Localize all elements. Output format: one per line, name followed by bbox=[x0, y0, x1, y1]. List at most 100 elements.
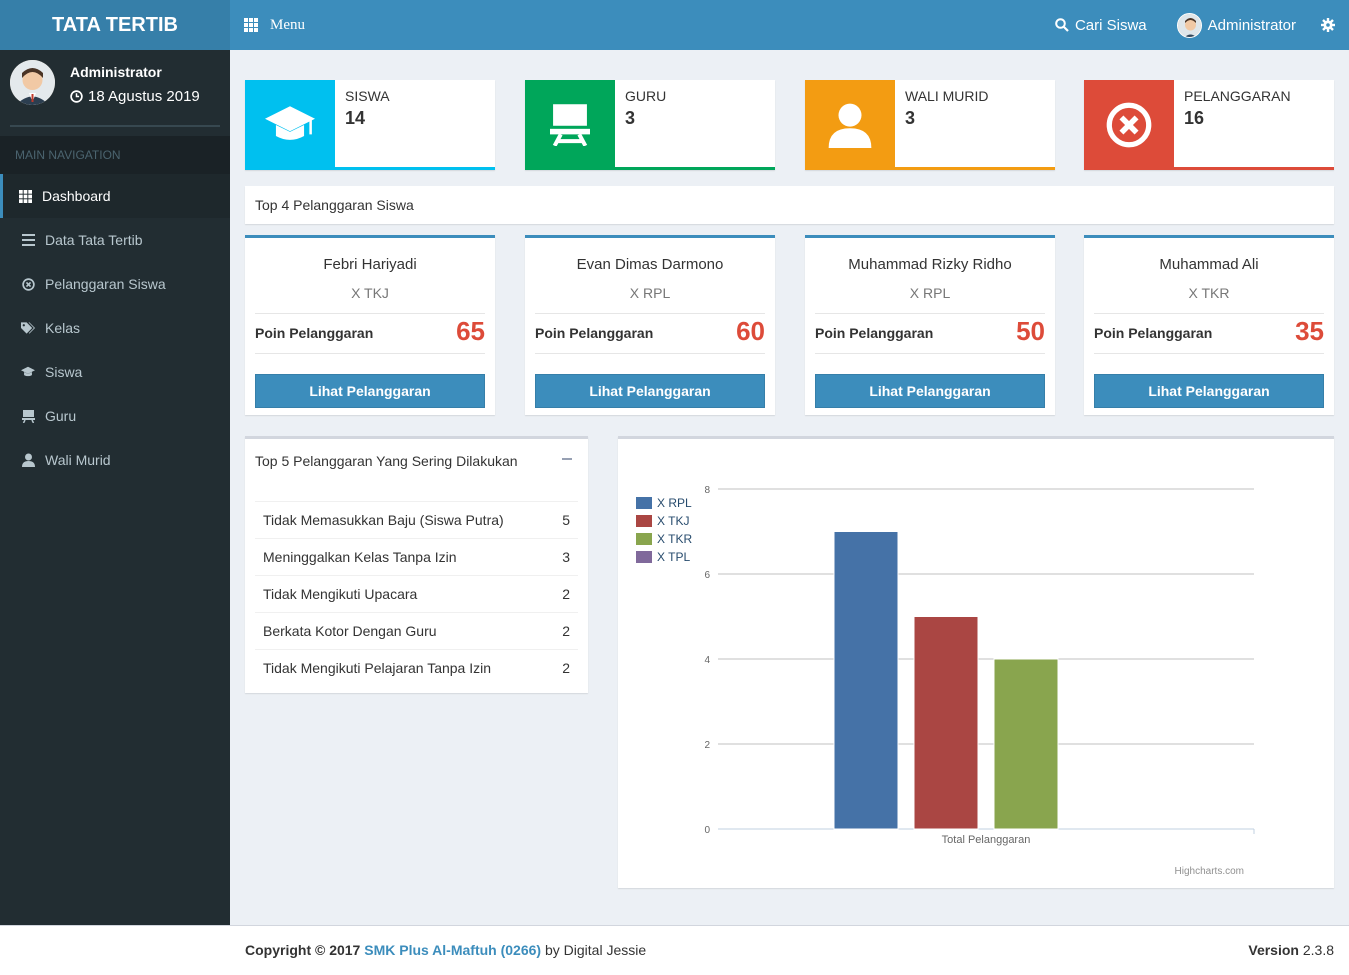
violation-count: 5 bbox=[562, 512, 570, 528]
info-icon-bg bbox=[1084, 80, 1174, 170]
settings-button[interactable] bbox=[1311, 0, 1349, 50]
search-icon bbox=[1055, 18, 1069, 32]
top5-title: Top 5 Pelanggaran Yang Sering Dilakukan bbox=[255, 453, 518, 469]
info-icon-bg bbox=[245, 80, 335, 170]
list-item: Tidak Mengikuti Pelajaran Tanpa Izin 2 bbox=[255, 649, 578, 686]
user-panel: Administrator 18 Agustus 2019 bbox=[10, 50, 220, 127]
student-name: Muhammad Ali bbox=[1159, 256, 1259, 273]
avatar bbox=[1176, 12, 1202, 38]
clock-icon bbox=[70, 90, 83, 103]
student-name: Febri Hariyadi bbox=[323, 256, 417, 273]
violation-count: 2 bbox=[562, 660, 570, 676]
student-class: X TKJ bbox=[351, 285, 389, 301]
divider bbox=[1094, 313, 1324, 314]
student-name: Evan Dimas Darmono bbox=[576, 256, 724, 273]
footer-version: Version 2.3.8 bbox=[1248, 942, 1334, 958]
times-circle-icon bbox=[21, 277, 35, 291]
points-value: 60 bbox=[736, 316, 765, 346]
info-bar bbox=[615, 167, 775, 170]
sidebar-date-text: 18 Agustus 2019 bbox=[88, 88, 200, 105]
user-menu[interactable]: Administrator bbox=[1162, 0, 1311, 50]
menu-label: Menu bbox=[270, 16, 305, 33]
y-tick-label: 2 bbox=[704, 740, 710, 751]
sidebar-item-data-tata-tertib[interactable]: Data Tata Tertib bbox=[0, 218, 230, 262]
info-box-pelanggaran: PELANGGARAN 16 bbox=[1084, 80, 1334, 170]
sidebar-item-wali-murid[interactable]: Wali Murid bbox=[0, 438, 230, 482]
sidebar-item-kelas[interactable]: Kelas bbox=[0, 306, 230, 350]
footer: Copyright © 2017 SMK Plus Al-Maftuh (026… bbox=[0, 925, 1349, 975]
chart-credits: Highcharts.com bbox=[1175, 866, 1244, 877]
info-bar bbox=[1174, 167, 1334, 170]
sidebar-item-label: Guru bbox=[45, 408, 77, 424]
gear-icon bbox=[1321, 18, 1335, 32]
sidebar-item-pelanggaran-siswa[interactable]: Pelanggaran Siswa bbox=[0, 262, 230, 306]
violation-count: 3 bbox=[562, 549, 570, 565]
top5-list: Tidak Memasukkan Baju (Siswa Putra) 5 Men… bbox=[255, 501, 578, 686]
view-violations-button[interactable]: Lihat Pelanggaran bbox=[255, 374, 485, 408]
dashboard-icon bbox=[18, 189, 32, 203]
sidebar-item-siswa[interactable]: Siswa bbox=[0, 350, 230, 394]
info-label: WALI MURID bbox=[905, 88, 989, 104]
bar-x-rpl bbox=[833, 531, 899, 830]
points-value: 50 bbox=[1016, 316, 1045, 346]
x-category-label: Total Pelanggaran bbox=[942, 834, 1031, 846]
points-value: 35 bbox=[1295, 316, 1324, 346]
points-value: 65 bbox=[456, 316, 485, 346]
legend-swatch bbox=[636, 515, 652, 527]
points-label: Poin Pelanggaran bbox=[255, 325, 374, 341]
y-tick-label: 8 bbox=[704, 485, 710, 496]
user-icon bbox=[828, 103, 872, 148]
divider bbox=[535, 313, 765, 314]
info-label: SISWA bbox=[345, 88, 390, 104]
sidebar-item-label: Kelas bbox=[45, 320, 81, 336]
student-card: Muhammad Ali X TKR Poin Pelanggaran 35 L… bbox=[1084, 235, 1334, 415]
info-number: 16 bbox=[1184, 108, 1205, 128]
legend-swatch bbox=[636, 533, 652, 545]
violation-label: Tidak Memasukkan Baju (Siswa Putra) bbox=[263, 512, 504, 528]
sidebar-user-name: Administrator bbox=[70, 64, 162, 80]
copyright-text: Copyright © 2017 bbox=[245, 942, 361, 958]
info-label: PELANGGARAN bbox=[1184, 88, 1291, 104]
info-bar bbox=[895, 167, 1055, 170]
y-tick-label: 0 bbox=[704, 825, 710, 836]
graduation-cap-icon bbox=[21, 366, 35, 378]
points-label: Poin Pelanggaran bbox=[1094, 325, 1213, 341]
view-violations-button[interactable]: Lihat Pelanggaran bbox=[535, 374, 765, 408]
info-box-guru: GURU 3 bbox=[525, 80, 775, 170]
divider bbox=[535, 353, 765, 354]
divider bbox=[1094, 353, 1324, 354]
list-icon bbox=[21, 234, 35, 246]
violation-label: Meninggalkan Kelas Tanpa Izin bbox=[263, 549, 457, 565]
sidebar: Administrator 18 Agustus 2019 MAIN NAVIG… bbox=[0, 50, 230, 925]
student-name: Muhammad Rizky Ridho bbox=[848, 256, 1012, 273]
points-label: Poin Pelanggaran bbox=[535, 325, 654, 341]
y-tick-label: 4 bbox=[704, 655, 710, 666]
collapse-minus-icon[interactable] bbox=[562, 458, 572, 460]
divider bbox=[255, 353, 485, 354]
divider bbox=[815, 313, 1045, 314]
view-violations-button[interactable]: Lihat Pelanggaran bbox=[1094, 374, 1324, 408]
footer-copyright: Copyright © 2017 SMK Plus Al-Maftuh (026… bbox=[245, 942, 646, 958]
violation-label: Tidak Mengikuti Pelajaran Tanpa Izin bbox=[263, 660, 492, 676]
violation-count: 2 bbox=[562, 623, 570, 639]
school-link[interactable]: SMK Plus Al-Maftuh (0266) bbox=[364, 942, 541, 958]
nav-header: MAIN NAVIGATION bbox=[0, 136, 230, 174]
menu-toggle[interactable]: Menu bbox=[244, 0, 305, 50]
avatar bbox=[10, 60, 55, 105]
graduation-cap-icon bbox=[265, 106, 315, 140]
version-number: 2.3.8 bbox=[1302, 942, 1334, 958]
sidebar-item-dashboard[interactable]: Dashboard bbox=[0, 174, 230, 218]
search-student-link[interactable]: Cari Siswa bbox=[1040, 0, 1162, 50]
violations-bar-chart: 0 2 4 6 8 Total Pelanggaran X RPL X TKJ X TKR X T… bbox=[636, 485, 1255, 877]
sidebar-item-guru[interactable]: Guru bbox=[0, 394, 230, 438]
points-label: Poin Pelanggaran bbox=[815, 325, 934, 341]
violation-label: Berkata Kotor Dengan Guru bbox=[263, 623, 437, 639]
top4-title: Top 4 Pelanggaran Siswa bbox=[245, 186, 1334, 224]
sidebar-item-label: Siswa bbox=[45, 364, 83, 380]
app-logo[interactable]: TATA TERTIB bbox=[0, 0, 230, 50]
student-card: Muhammad Rizky Ridho X RPL Poin Pelangga… bbox=[805, 235, 1055, 415]
desk-icon bbox=[21, 409, 35, 423]
list-item: Tidak Mengikuti Upacara 2 bbox=[255, 575, 578, 612]
times-circle-icon bbox=[1106, 102, 1152, 148]
view-violations-button[interactable]: Lihat Pelanggaran bbox=[815, 374, 1045, 408]
